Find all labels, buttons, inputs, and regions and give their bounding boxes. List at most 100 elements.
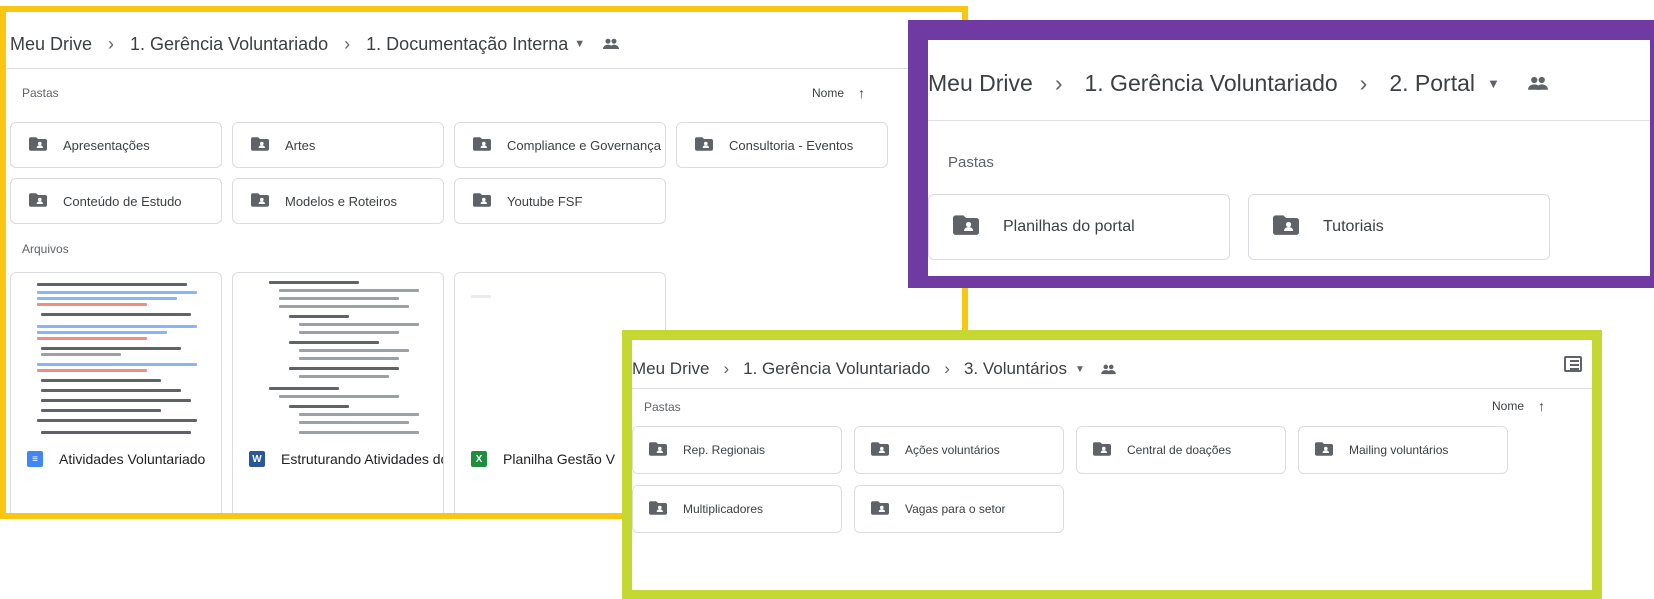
folder-name: Tutoriais — [1323, 218, 1384, 235]
breadcrumb-current[interactable]: 3. Voluntários — [964, 359, 1067, 379]
word-icon: W — [249, 451, 265, 467]
folder-item[interactable]: Rep. Regionais — [632, 426, 842, 474]
doc-preview — [233, 273, 443, 443]
sort-by-name[interactable]: Nome ↑ — [1492, 398, 1545, 414]
folders-section-label: Pastas — [22, 86, 59, 100]
folder-name: Modelos e Roteiros — [285, 193, 397, 209]
folder-name: Central de doações — [1127, 443, 1232, 457]
file-name-row: ≡ Atividades Voluntariado — [27, 451, 205, 467]
folder-item[interactable]: Consultoria - Eventos — [676, 122, 888, 168]
drive-window-portal: Meu Drive › 1. Gerência Voluntariado › 2… — [908, 20, 1654, 288]
shared-folder-icon — [695, 136, 713, 154]
breadcrumb-level1[interactable]: 1. Gerência Voluntariado — [130, 34, 328, 55]
people-icon[interactable] — [1101, 364, 1116, 375]
file-name: Estruturando Atividades do... — [281, 451, 444, 467]
folder-item[interactable]: Compliance e Governança — [454, 122, 666, 168]
divider — [928, 120, 1650, 121]
folder-item[interactable]: Modelos e Roteiros — [232, 178, 444, 224]
shared-folder-icon — [871, 441, 889, 459]
shared-folder-icon — [871, 500, 889, 518]
folder-name: Vagas para o setor — [905, 502, 1006, 516]
folders-section-label: Pastas — [644, 400, 681, 414]
divider — [632, 388, 1592, 389]
folder-name: Compliance e Governança — [507, 137, 661, 153]
shared-folder-icon — [251, 192, 269, 210]
shared-folder-icon — [29, 192, 47, 210]
breadcrumb-root[interactable]: Meu Drive — [10, 34, 92, 55]
breadcrumb-root[interactable]: Meu Drive — [632, 359, 709, 379]
shared-folder-icon — [1273, 214, 1299, 240]
file-name: Planilha Gestão V — [503, 451, 616, 467]
folder-name: Apresentações — [63, 137, 150, 153]
sort-label: Nome — [812, 86, 845, 100]
file-name-row: W Estruturando Atividades do... — [249, 451, 444, 467]
breadcrumb: Meu Drive › 1. Gerência Voluntariado › 3… — [632, 357, 1116, 381]
google-docs-icon: ≡ — [27, 451, 43, 467]
folder-item[interactable]: Youtube FSF — [454, 178, 666, 224]
doc-preview — [11, 273, 221, 443]
arrow-up-icon: ↑ — [1538, 398, 1546, 414]
files-section-label: Arquivos — [22, 242, 69, 256]
breadcrumb: Meu Drive › 1. Gerência Voluntariado › 2… — [928, 68, 1548, 98]
excel-icon: X — [471, 451, 487, 467]
folder-name: Youtube FSF — [507, 193, 583, 209]
folder-name: Conteúdo de Estudo — [63, 193, 182, 209]
list-view-icon[interactable] — [1564, 356, 1582, 372]
shared-folder-icon — [29, 136, 47, 154]
folder-item[interactable]: Conteúdo de Estudo — [10, 178, 222, 224]
drive-content: Meu Drive › 1. Gerência Voluntariado › 3… — [632, 340, 1592, 590]
breadcrumb-root[interactable]: Meu Drive — [928, 70, 1033, 97]
sort-by-name[interactable]: Nome ↑ — [812, 85, 865, 101]
caret-down-icon[interactable]: ▼ — [574, 38, 585, 50]
folder-item[interactable]: Ações voluntários — [854, 426, 1064, 474]
breadcrumb-level1[interactable]: 1. Gerência Voluntariado — [743, 359, 930, 379]
folder-name: Rep. Regionais — [683, 443, 766, 457]
folder-item[interactable]: Planilhas do portal — [928, 194, 1230, 260]
caret-down-icon[interactable]: ▼ — [1075, 364, 1085, 375]
chevron-right-icon: › — [1359, 69, 1368, 96]
breadcrumb-current[interactable]: 1. Documentação Interna — [366, 34, 568, 55]
people-icon[interactable] — [1527, 76, 1548, 91]
folders-section-label: Pastas — [948, 154, 994, 171]
folder-item[interactable]: Tutoriais — [1248, 194, 1550, 260]
caret-down-icon[interactable]: ▼ — [1487, 76, 1500, 91]
sort-label: Nome — [1492, 399, 1525, 413]
folder-item[interactable]: Central de doações — [1076, 426, 1286, 474]
folder-item[interactable]: Mailing voluntários — [1298, 426, 1508, 474]
chevron-right-icon: › — [944, 359, 950, 378]
folder-name: Multiplicadores — [683, 502, 764, 516]
divider — [6, 68, 962, 69]
shared-folder-icon — [1093, 441, 1111, 459]
shared-folder-icon — [953, 214, 979, 240]
folder-item[interactable]: Vagas para o setor — [854, 485, 1064, 533]
chevron-right-icon: › — [108, 33, 115, 54]
shared-folder-icon — [473, 136, 491, 154]
folder-name: Ações voluntários — [905, 443, 1000, 457]
file-name: Atividades Voluntariado — [59, 451, 206, 467]
shared-folder-icon — [649, 441, 667, 459]
drive-window-voluntarios: Meu Drive › 1. Gerência Voluntariado › 3… — [622, 330, 1602, 599]
shared-folder-icon — [251, 136, 269, 154]
chevron-right-icon: › — [723, 359, 730, 378]
arrow-up-icon: ↑ — [858, 85, 866, 101]
folder-name: Planilhas do portal — [1003, 218, 1135, 235]
shared-folder-icon — [649, 500, 667, 518]
folder-item[interactable]: Multiplicadores — [632, 485, 842, 533]
folder-item[interactable]: Apresentações — [10, 122, 222, 168]
drive-content: Meu Drive › 1. Gerência Voluntariado › 2… — [928, 40, 1650, 276]
chevron-right-icon: › — [1054, 69, 1063, 96]
breadcrumb-level1[interactable]: 1. Gerência Voluntariado — [1084, 70, 1337, 97]
folder-name: Consultoria - Eventos — [729, 137, 854, 153]
folder-name: Mailing voluntários — [1349, 443, 1449, 457]
file-card-atividades-voluntariado[interactable]: ≡ Atividades Voluntariado — [10, 272, 222, 513]
people-icon[interactable] — [603, 38, 620, 50]
file-card-estruturando-atividades[interactable]: W Estruturando Atividades do... — [232, 272, 444, 513]
folder-name: Artes — [285, 137, 316, 153]
breadcrumb: Meu Drive › 1. Gerência Voluntariado › 1… — [10, 32, 620, 56]
shared-folder-icon — [1315, 441, 1333, 459]
chevron-right-icon: › — [344, 33, 351, 54]
breadcrumb-current[interactable]: 2. Portal — [1389, 70, 1475, 97]
file-name-row: X Planilha Gestão V — [471, 451, 615, 467]
folder-item[interactable]: Artes — [232, 122, 444, 168]
shared-folder-icon — [473, 192, 491, 210]
